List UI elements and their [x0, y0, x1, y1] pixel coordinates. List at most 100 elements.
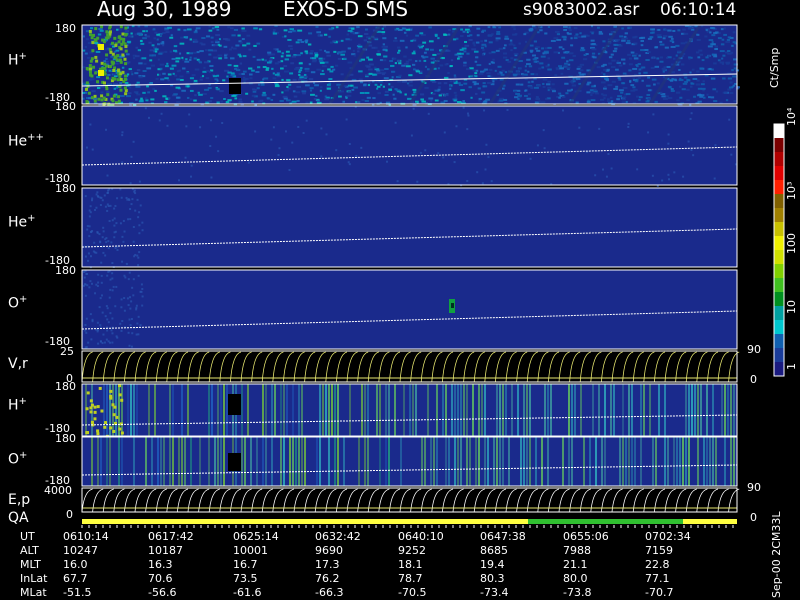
heatmap-cell — [405, 28, 411, 31]
heatmap-stripe — [412, 384, 414, 436]
heatmap-cell — [96, 329, 99, 332]
heatmap-stripe — [220, 384, 222, 436]
heatmap-cell — [216, 101, 220, 104]
heatmap-stripe — [265, 384, 267, 436]
heatmap-cell — [137, 25, 141, 28]
heatmap-cell — [340, 53, 345, 56]
heatmap-cell — [286, 86, 289, 89]
heatmap-cell — [214, 25, 220, 28]
heatmap-cell — [487, 75, 491, 78]
heatmap-cell — [313, 97, 317, 100]
heatmap-cell — [116, 197, 119, 200]
heatmap-cell — [127, 278, 130, 281]
heatmap-cell — [141, 221, 144, 224]
heatmap-cell — [106, 329, 109, 332]
heatmap-cell — [115, 415, 119, 419]
heatmap-cell — [488, 52, 492, 55]
heatmap-cell — [570, 37, 573, 40]
heatmap-cell — [560, 72, 564, 75]
heatmap-cell — [692, 77, 698, 80]
heatmap-cell — [500, 71, 503, 74]
table-cell: 70.6 — [148, 572, 173, 585]
heatmap-cell — [114, 305, 117, 308]
heatmap-stripe — [643, 384, 645, 436]
heatmap-cell — [194, 40, 199, 43]
heatmap-cell — [547, 57, 550, 60]
heatmap-cell — [117, 99, 121, 103]
heatmap-cell — [320, 127, 323, 130]
heatmap-cell — [503, 56, 508, 59]
heatmap-cell — [295, 54, 301, 57]
heatmap-cell — [399, 91, 402, 94]
heatmap-cell — [407, 97, 412, 100]
heatmap-cell — [638, 72, 641, 75]
heatmap-stripe — [337, 437, 339, 486]
heatmap-cell — [393, 39, 398, 42]
heatmap-cell — [322, 65, 327, 68]
colorbar-segment — [774, 236, 784, 251]
heatmap-cell — [128, 318, 131, 321]
heatmap-stripe — [499, 384, 501, 436]
heatmap-cell — [636, 95, 640, 98]
heatmap-cell — [277, 50, 282, 53]
heatmap-cell — [404, 62, 409, 65]
heatmap-cell — [600, 98, 605, 101]
heatmap-cell — [90, 27, 93, 30]
heatmap-cell — [474, 82, 479, 85]
table-cell: 16.3 — [148, 558, 173, 571]
heatmap-cell — [662, 70, 665, 73]
colorbar-segment — [774, 138, 784, 153]
heatmap-cell — [633, 88, 638, 91]
table-cell: 19.4 — [480, 558, 505, 571]
heatmap-cell — [135, 85, 141, 88]
heatmap-stripe — [529, 384, 531, 436]
heatmap-cell — [687, 140, 690, 143]
heatmap-cell — [110, 60, 114, 64]
heatmap-cell — [616, 98, 620, 101]
heatmap-cell — [447, 33, 451, 36]
heatmap-cell — [657, 28, 661, 31]
heatmap-cell — [301, 78, 305, 81]
heatmap-cell — [607, 152, 610, 155]
heatmap-cell — [286, 54, 291, 57]
heatmap-stripe — [286, 384, 288, 436]
heatmap-cell — [165, 65, 169, 68]
heatmap-cell — [139, 99, 144, 102]
heatmap-cell — [504, 71, 508, 74]
heatmap-cell — [189, 98, 193, 101]
table-cell: 7159 — [645, 544, 673, 557]
heatmap-cell — [111, 332, 114, 335]
heatmap-cell — [231, 94, 236, 97]
heatmap-cell — [105, 128, 108, 131]
heatmap-cell — [590, 94, 593, 97]
heatmap-cell — [120, 298, 123, 301]
heatmap-stripe — [727, 384, 729, 436]
heatmap-stripe — [97, 437, 99, 486]
heatmap-cell — [371, 46, 376, 49]
heatmap-cell — [120, 196, 123, 199]
heatmap-cell — [154, 89, 157, 92]
table-row-key: MLT — [20, 558, 41, 571]
heatmap-cell — [352, 49, 355, 52]
heatmap-cell — [83, 276, 86, 279]
heatmap-cell — [394, 37, 397, 40]
heatmap-cell — [539, 62, 544, 65]
heatmap-cell — [727, 88, 732, 91]
heatmap-stripe — [211, 384, 213, 436]
heatmap-cell — [128, 271, 131, 274]
heatmap-cell — [621, 98, 627, 101]
heatmap-cell — [314, 84, 319, 87]
heatmap-cell — [98, 28, 103, 31]
heatmap-cell — [119, 77, 123, 81]
heatmap-cell — [601, 65, 605, 68]
heatmap-cell — [241, 73, 245, 76]
heatmap-cell — [710, 96, 715, 99]
heatmap-stripe — [295, 437, 297, 486]
heatmap-cell — [621, 27, 624, 30]
heatmap-cell — [167, 97, 171, 100]
heatmap-cell — [154, 31, 158, 34]
heatmap-cell — [108, 48, 112, 52]
heatmap-stripe — [697, 437, 699, 486]
heatmap-stripe — [160, 437, 162, 486]
heatmap-cell — [106, 209, 109, 212]
